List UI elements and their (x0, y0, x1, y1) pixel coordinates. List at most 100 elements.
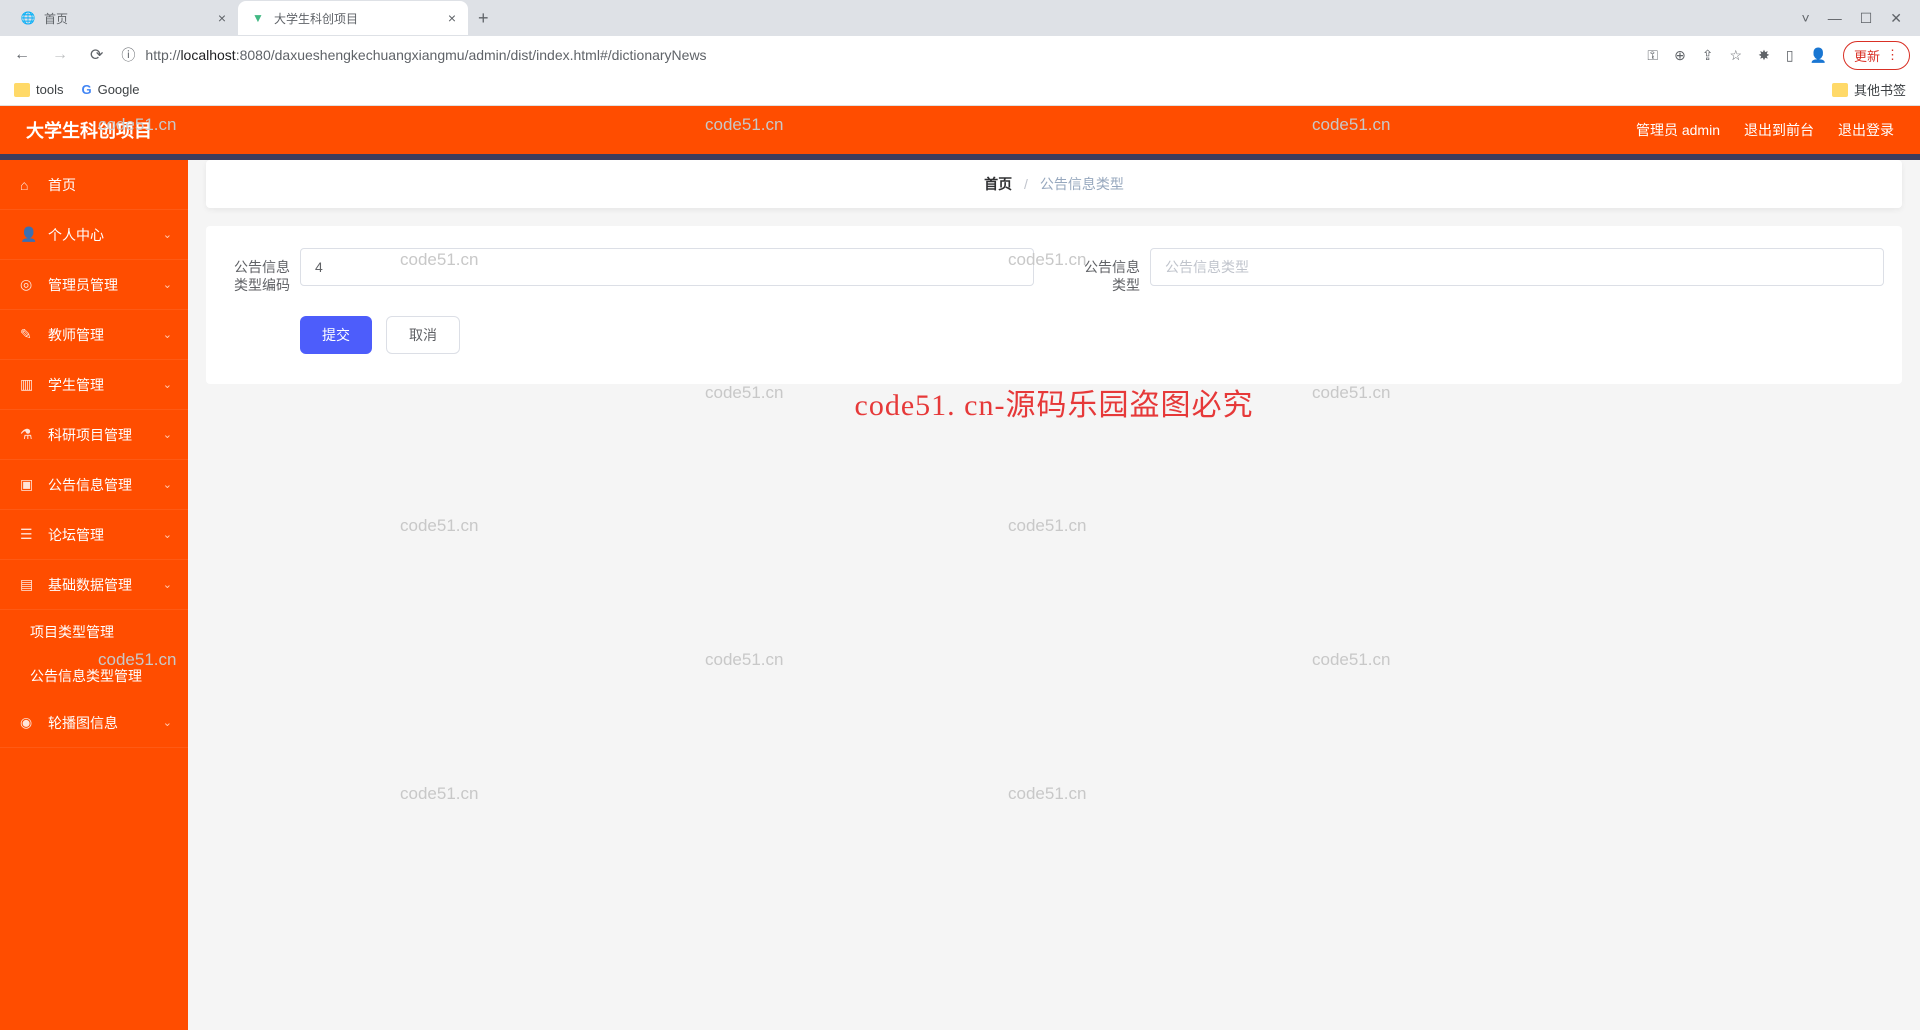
sidebar-item-profile[interactable]: 👤 个人中心 ⌄ (0, 210, 188, 260)
watermark-large: code51. cn-源码乐园盗图必究 (855, 380, 1254, 424)
update-button[interactable]: 更新⋮ (1843, 41, 1910, 70)
vue-icon: ▼ (250, 10, 266, 26)
breadcrumb: 首页 / 公告信息类型 (206, 160, 1902, 208)
tab-bar: 🌐 首页 × ▼ 大学生科创项目 × + ˅ — ☐ ✕ (0, 0, 1920, 36)
logout-button[interactable]: 退出登录 (1838, 120, 1894, 140)
notice-icon: ▣ (20, 476, 38, 493)
sidebar-item-label: 论坛管理 (48, 525, 104, 545)
browser-chrome: 🌐 首页 × ▼ 大学生科创项目 × + ˅ — ☐ ✕ ← → ⟳ ⓘ htt… (0, 0, 1920, 106)
sidebar-item-label: 科研项目管理 (48, 425, 132, 445)
sidebar-item-forum[interactable]: ☰ 论坛管理 ⌄ (0, 510, 188, 560)
tab-title: 首页 (44, 10, 210, 27)
sidebar-item-label: 公告信息管理 (48, 475, 132, 495)
home-icon: ⌂ (20, 177, 38, 193)
zoom-icon[interactable]: ⊕ (1674, 47, 1686, 64)
sidebar-subitem-notice-type[interactable]: 公告信息类型管理 (0, 654, 188, 698)
label-code: 公告信息类型编码 (224, 248, 290, 294)
tab-title: 大学生科创项目 (274, 10, 440, 27)
browser-tab-1[interactable]: ▼ 大学生科创项目 × (238, 1, 468, 35)
sidebar-item-label: 个人中心 (48, 225, 104, 245)
breadcrumb-current: 公告信息类型 (1040, 176, 1124, 192)
sidebar-item-label: 首页 (48, 175, 76, 195)
url-input[interactable]: ⓘ http://localhost:8080/daxueshengkechua… (121, 45, 1633, 65)
bookmark-google[interactable]: G Google (81, 82, 139, 97)
app-header: 大学生科创项目 管理员 admin 退出到前台 退出登录 (0, 106, 1920, 154)
reload-button[interactable]: ⟳ (86, 45, 107, 65)
close-icon[interactable]: × (448, 10, 456, 26)
breadcrumb-separator: / (1024, 176, 1028, 192)
user-info[interactable]: 管理员 admin (1636, 120, 1720, 140)
admin-icon: ◎ (20, 276, 38, 293)
main-content: 首页 / 公告信息类型 公告信息类型编码 公告信息类型 提交 取消 code51… (188, 160, 1920, 1030)
sidebar-item-label: 学生管理 (48, 375, 104, 395)
sidebar-item-label: 基础数据管理 (48, 575, 132, 595)
profile-icon[interactable]: 👤 (1810, 47, 1827, 64)
chevron-down-icon: ⌄ (163, 378, 172, 391)
share-icon[interactable]: ⇪ (1702, 47, 1714, 64)
chevron-down-icon: ⌄ (163, 278, 172, 291)
app-title: 大学生科创项目 (26, 117, 152, 143)
forward-button[interactable]: → (48, 46, 72, 64)
key-icon[interactable]: ⚿ (1647, 47, 1658, 64)
breadcrumb-home[interactable]: 首页 (984, 176, 1012, 192)
exit-to-front-button[interactable]: 退出到前台 (1744, 120, 1814, 140)
sidebar-item-home[interactable]: ⌂ 首页 (0, 160, 188, 210)
minimize-icon[interactable]: — (1828, 10, 1842, 27)
globe-icon: 🌐 (20, 10, 36, 26)
chevron-down-icon: ⌄ (163, 228, 172, 241)
sidebar-item-label: 管理员管理 (48, 275, 118, 295)
new-tab-button[interactable]: + (468, 8, 499, 29)
carousel-icon: ◉ (20, 714, 38, 731)
address-bar: ← → ⟳ ⓘ http://localhost:8080/daxuesheng… (0, 36, 1920, 74)
chevron-down-icon: ⌄ (163, 478, 172, 491)
form-card: 公告信息类型编码 公告信息类型 提交 取消 (206, 226, 1902, 384)
chevron-down-icon: ⌄ (163, 716, 172, 729)
bookmark-other[interactable]: 其他书签 (1832, 80, 1906, 99)
chevron-down-icon: ⌄ (163, 328, 172, 341)
url-text: http://localhost:8080/daxueshengkechuang… (145, 47, 706, 63)
window-controls: ˅ — ☐ ✕ (1802, 10, 1920, 27)
submit-button[interactable]: 提交 (300, 316, 372, 354)
sidebar-item-admin[interactable]: ◎ 管理员管理 ⌄ (0, 260, 188, 310)
maximize-icon[interactable]: ☐ (1860, 10, 1873, 27)
info-icon[interactable]: ⓘ (121, 45, 135, 65)
sidebar-item-basedata[interactable]: ▤ 基础数据管理 ⌄ (0, 560, 188, 610)
forum-icon: ☰ (20, 526, 38, 543)
chevron-down-icon: ⌄ (163, 578, 172, 591)
extensions-icon[interactable]: ✸ (1758, 47, 1770, 64)
close-icon[interactable]: × (218, 10, 226, 26)
sidebar-item-student[interactable]: ▥ 学生管理 ⌄ (0, 360, 188, 410)
input-type[interactable] (1150, 248, 1884, 286)
folder-icon (14, 83, 30, 97)
cancel-button[interactable]: 取消 (386, 316, 460, 354)
sidebar-subitem-project-type[interactable]: 项目类型管理 (0, 610, 188, 654)
sidebar-item-label: 项目类型管理 (30, 622, 114, 642)
sidebar-item-label: 教师管理 (48, 325, 104, 345)
dropdown-icon[interactable]: ˅ (1802, 10, 1810, 27)
sidebar-item-label: 公告信息类型管理 (30, 666, 142, 686)
kebab-icon: ⋮ (1886, 47, 1899, 63)
chevron-down-icon: ⌄ (163, 528, 172, 541)
browser-tab-0[interactable]: 🌐 首页 × (8, 1, 238, 35)
student-icon: ▥ (20, 376, 38, 393)
user-icon: 👤 (20, 226, 38, 243)
sidebar-item-teacher[interactable]: ✎ 教师管理 ⌄ (0, 310, 188, 360)
chevron-down-icon: ⌄ (163, 428, 172, 441)
input-code[interactable] (300, 248, 1034, 286)
close-window-icon[interactable]: ✕ (1890, 10, 1902, 27)
sidebar: ⌂ 首页 👤 个人中心 ⌄ ◎ 管理员管理 ⌄ ✎ 教师管理 ⌄ ▥ 学生管理 … (0, 160, 188, 1030)
back-button[interactable]: ← (10, 46, 34, 64)
folder-icon (1832, 83, 1848, 97)
google-icon: G (81, 82, 91, 97)
teacher-icon: ✎ (20, 326, 38, 343)
research-icon: ⚗ (20, 426, 38, 443)
data-icon: ▤ (20, 576, 38, 593)
sidebar-item-carousel[interactable]: ◉ 轮播图信息 ⌄ (0, 698, 188, 748)
star-icon[interactable]: ☆ (1730, 47, 1743, 64)
sidebar-item-research[interactable]: ⚗ 科研项目管理 ⌄ (0, 410, 188, 460)
sidebar-item-notice[interactable]: ▣ 公告信息管理 ⌄ (0, 460, 188, 510)
bookmarks-bar: tools G Google 其他书签 (0, 74, 1920, 106)
sidebar-item-label: 轮播图信息 (48, 713, 118, 733)
bookmark-tools[interactable]: tools (14, 82, 63, 97)
panel-icon[interactable]: ▯ (1786, 47, 1794, 64)
